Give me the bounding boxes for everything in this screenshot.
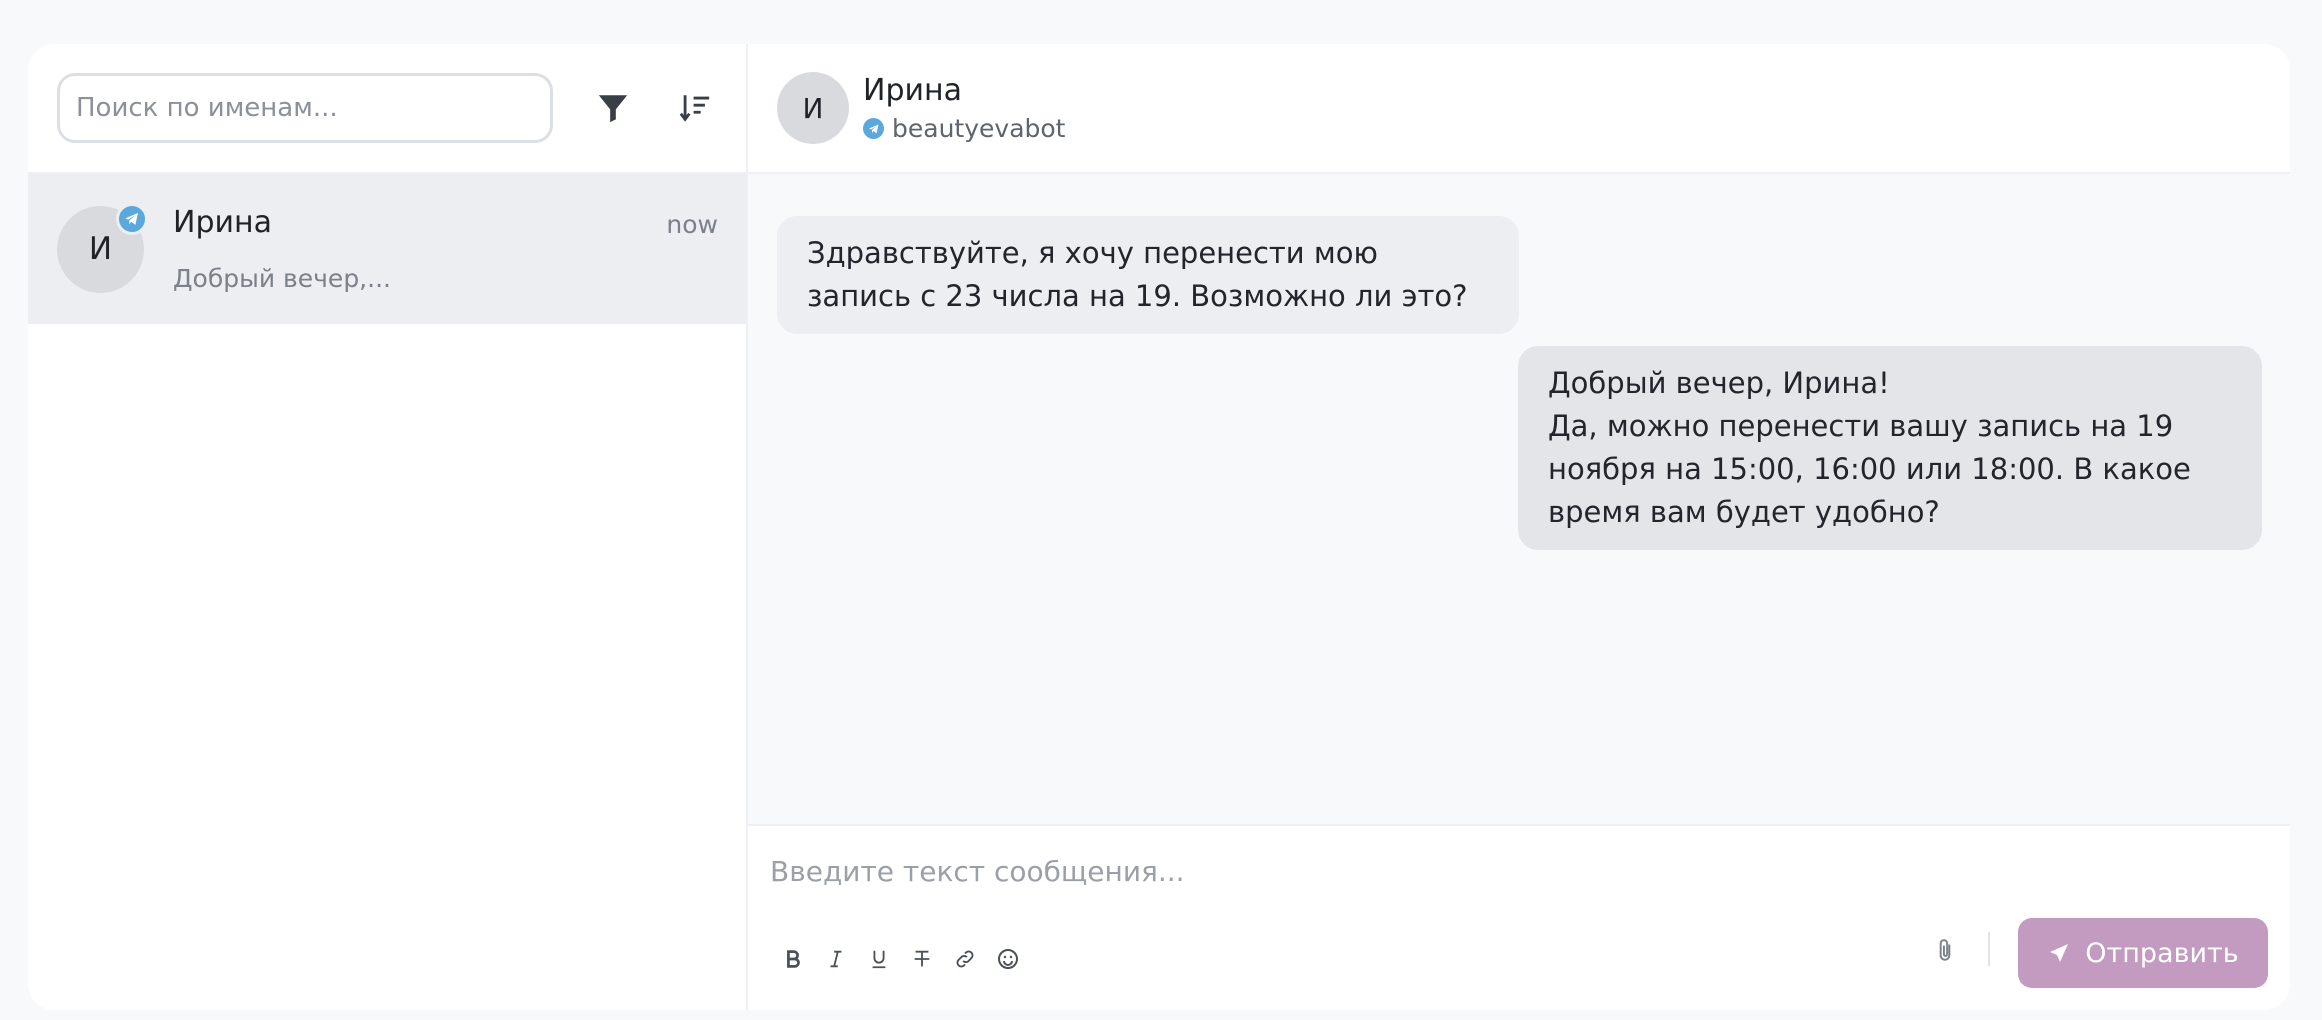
avatar-letter: И xyxy=(88,231,113,267)
format-toolbar xyxy=(778,944,1036,974)
bold-icon[interactable] xyxy=(778,944,808,974)
chat-preview: Добрый вечер,... xyxy=(173,264,391,293)
chat-list-item[interactable]: И Ирина Добрый вечер,... now xyxy=(28,174,746,324)
chat-app: И Ирина Добрый вечер,... now И Ирина xyxy=(28,44,2290,1010)
channel-name: beautyevabot xyxy=(892,114,1066,143)
sort-icon xyxy=(679,95,710,122)
contact-name: Ирина xyxy=(863,73,962,108)
conversation-panel: И Ирина beautyevabot Здравствуйте, я хоч… xyxy=(748,44,2290,1010)
chat-name: Ирина xyxy=(173,205,272,240)
search-input[interactable] xyxy=(57,73,553,143)
send-button-label: Отправить xyxy=(2085,937,2239,969)
message-input[interactable] xyxy=(770,846,2170,896)
message-list: Здравствуйте, я хочу перенести мою запис… xyxy=(748,174,2290,824)
conversation-header: И Ирина beautyevabot xyxy=(748,44,2290,174)
toolbar-divider xyxy=(1988,932,1990,966)
link-icon[interactable] xyxy=(950,944,980,974)
header-text: Ирина beautyevabot xyxy=(863,73,1065,143)
telegram-icon xyxy=(116,202,148,235)
underline-icon[interactable] xyxy=(864,944,894,974)
sort-button[interactable] xyxy=(665,78,725,138)
sidebar: И Ирина Добрый вечер,... now xyxy=(28,44,748,1010)
filter-icon xyxy=(598,95,628,123)
contact-channel: beautyevabot xyxy=(863,114,1065,143)
emoji-icon[interactable] xyxy=(993,944,1023,974)
message-composer: Отправить xyxy=(748,824,2290,1010)
outgoing-message: Добрый вечер, Ирина! Да, можно перенести… xyxy=(1518,346,2262,550)
paperclip-icon[interactable] xyxy=(1930,936,1960,966)
chat-time: now xyxy=(666,210,718,239)
header-avatar-letter: И xyxy=(802,91,824,125)
strikethrough-icon[interactable] xyxy=(907,944,937,974)
send-icon xyxy=(2050,944,2069,962)
filter-button[interactable] xyxy=(583,78,643,138)
chat-item-text: Ирина Добрый вечер,... xyxy=(173,205,746,293)
telegram-icon xyxy=(863,118,884,139)
incoming-message: Здравствуйте, я хочу перенести мою запис… xyxy=(777,216,1519,334)
sidebar-toolbar xyxy=(28,44,746,174)
italic-icon[interactable] xyxy=(821,944,851,974)
send-button[interactable]: Отправить xyxy=(2018,918,2268,988)
avatar: И xyxy=(57,202,148,293)
header-avatar: И xyxy=(777,72,849,144)
